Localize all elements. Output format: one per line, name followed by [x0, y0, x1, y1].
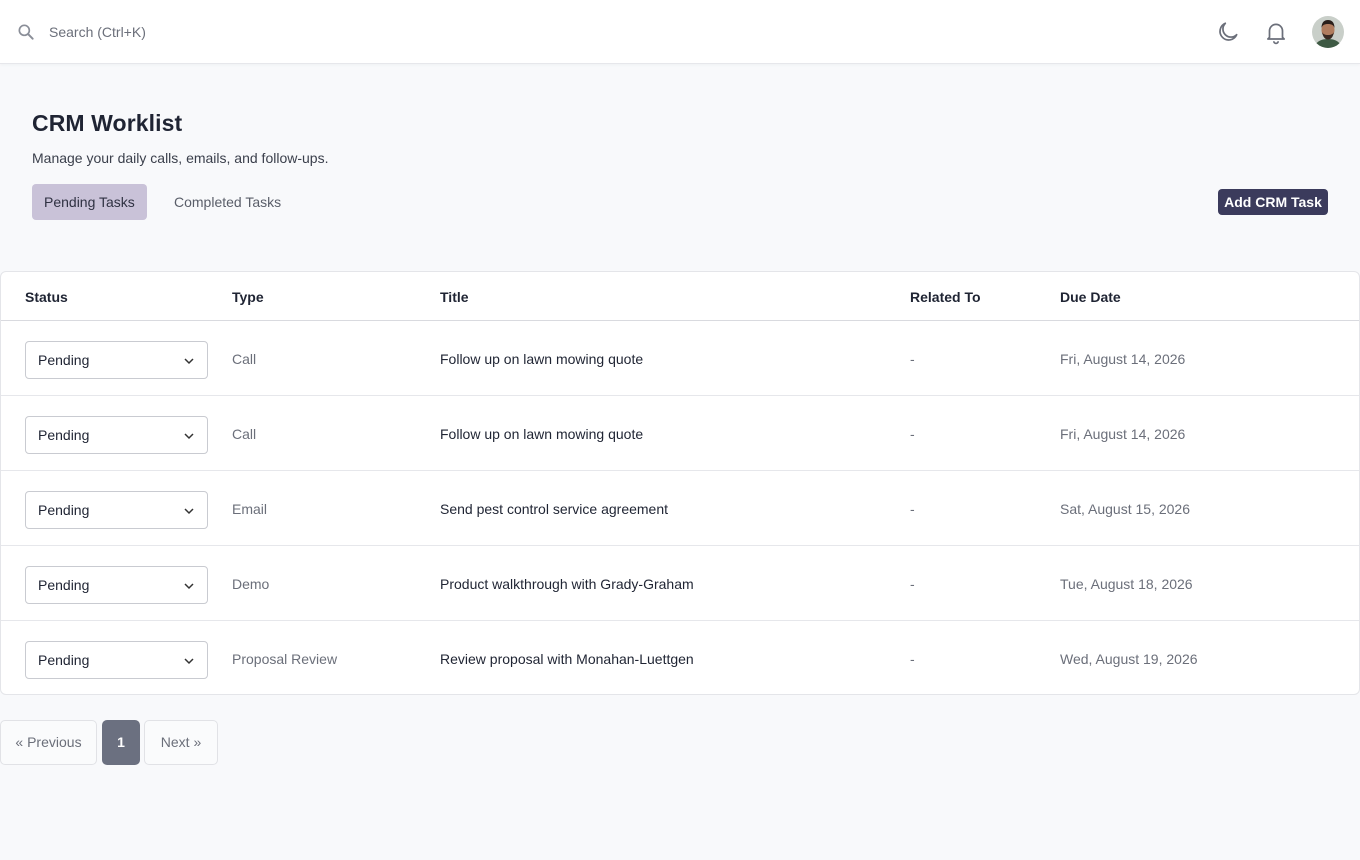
status-select[interactable]: Pending: [25, 416, 208, 454]
add-crm-task-button[interactable]: Add CRM Task: [1218, 189, 1328, 215]
task-related-to: -: [910, 501, 915, 517]
task-due-date: Fri, August 14, 2026: [1060, 351, 1186, 367]
task-due-date: Wed, August 19, 2026: [1060, 651, 1198, 667]
task-title[interactable]: Follow up on lawn mowing quote: [440, 426, 643, 442]
status-select[interactable]: Pending: [25, 491, 208, 529]
status-value: Pending: [38, 577, 90, 593]
task-type: Email: [232, 501, 268, 517]
task-related-to: -: [910, 351, 915, 367]
page-title: CRM Worklist: [32, 110, 183, 136]
task-due-date: Sat, August 15, 2026: [1060, 501, 1190, 517]
status-select[interactable]: Pending: [25, 641, 208, 679]
tab-completed-tasks[interactable]: Completed Tasks: [162, 184, 293, 220]
column-header-title[interactable]: Title: [440, 289, 469, 305]
table-header: Status Type Title Related To Due Date: [1, 272, 1359, 321]
task-title[interactable]: Send pest control service agreement: [440, 501, 668, 517]
task-related-to: -: [910, 426, 915, 442]
top-bar: [0, 0, 1360, 64]
column-header-type[interactable]: Type: [232, 289, 264, 305]
task-related-to: -: [910, 576, 915, 592]
table-row: Pending Call Follow up on lawn mowing qu…: [1, 396, 1359, 471]
column-header-status[interactable]: Status: [25, 289, 68, 305]
status-select[interactable]: Pending: [25, 341, 208, 379]
status-value: Pending: [38, 652, 90, 668]
pagination-previous-button[interactable]: « Previous: [0, 720, 97, 765]
task-type: Demo: [232, 576, 270, 592]
pagination-current-page[interactable]: 1: [102, 720, 140, 765]
task-type: Proposal Review: [232, 651, 338, 667]
task-title[interactable]: Review proposal with Monahan-Luettgen: [440, 651, 694, 667]
task-due-date: Tue, August 18, 2026: [1060, 576, 1193, 592]
table-row: Pending Demo Product walkthrough with Gr…: [1, 546, 1359, 621]
task-title[interactable]: Follow up on lawn mowing quote: [440, 351, 643, 367]
avatar[interactable]: [1312, 16, 1344, 48]
search-icon: [18, 24, 34, 40]
page-subtitle: Manage your daily calls, emails, and fol…: [32, 150, 329, 166]
task-type: Call: [232, 351, 257, 367]
task-type: Call: [232, 426, 257, 442]
tab-pending-tasks[interactable]: Pending Tasks: [32, 184, 147, 220]
pagination-next-button[interactable]: Next »: [144, 720, 218, 765]
search-input[interactable]: [40, 18, 440, 46]
chevron-down-icon: [184, 433, 194, 440]
table-row: Pending Proposal Review Review proposal …: [1, 621, 1359, 696]
column-header-due-date[interactable]: Due Date: [1060, 289, 1121, 305]
task-related-to: -: [910, 651, 915, 667]
status-value: Pending: [38, 352, 90, 368]
column-header-related-to[interactable]: Related To: [910, 289, 981, 305]
moon-icon[interactable]: [1215, 19, 1241, 45]
task-due-date: Fri, August 14, 2026: [1060, 426, 1186, 442]
chevron-down-icon: [184, 508, 194, 515]
task-table: Status Type Title Related To Due Date Pe…: [0, 271, 1360, 695]
status-value: Pending: [38, 427, 90, 443]
bell-icon[interactable]: [1263, 19, 1289, 45]
status-value: Pending: [38, 502, 90, 518]
table-row: Pending Email Send pest control service …: [1, 471, 1359, 546]
task-title[interactable]: Product walkthrough with Grady-Graham: [440, 576, 694, 592]
chevron-down-icon: [184, 583, 194, 590]
status-select[interactable]: Pending: [25, 566, 208, 604]
table-row: Pending Call Follow up on lawn mowing qu…: [1, 321, 1359, 396]
chevron-down-icon: [184, 658, 194, 665]
chevron-down-icon: [184, 358, 194, 365]
